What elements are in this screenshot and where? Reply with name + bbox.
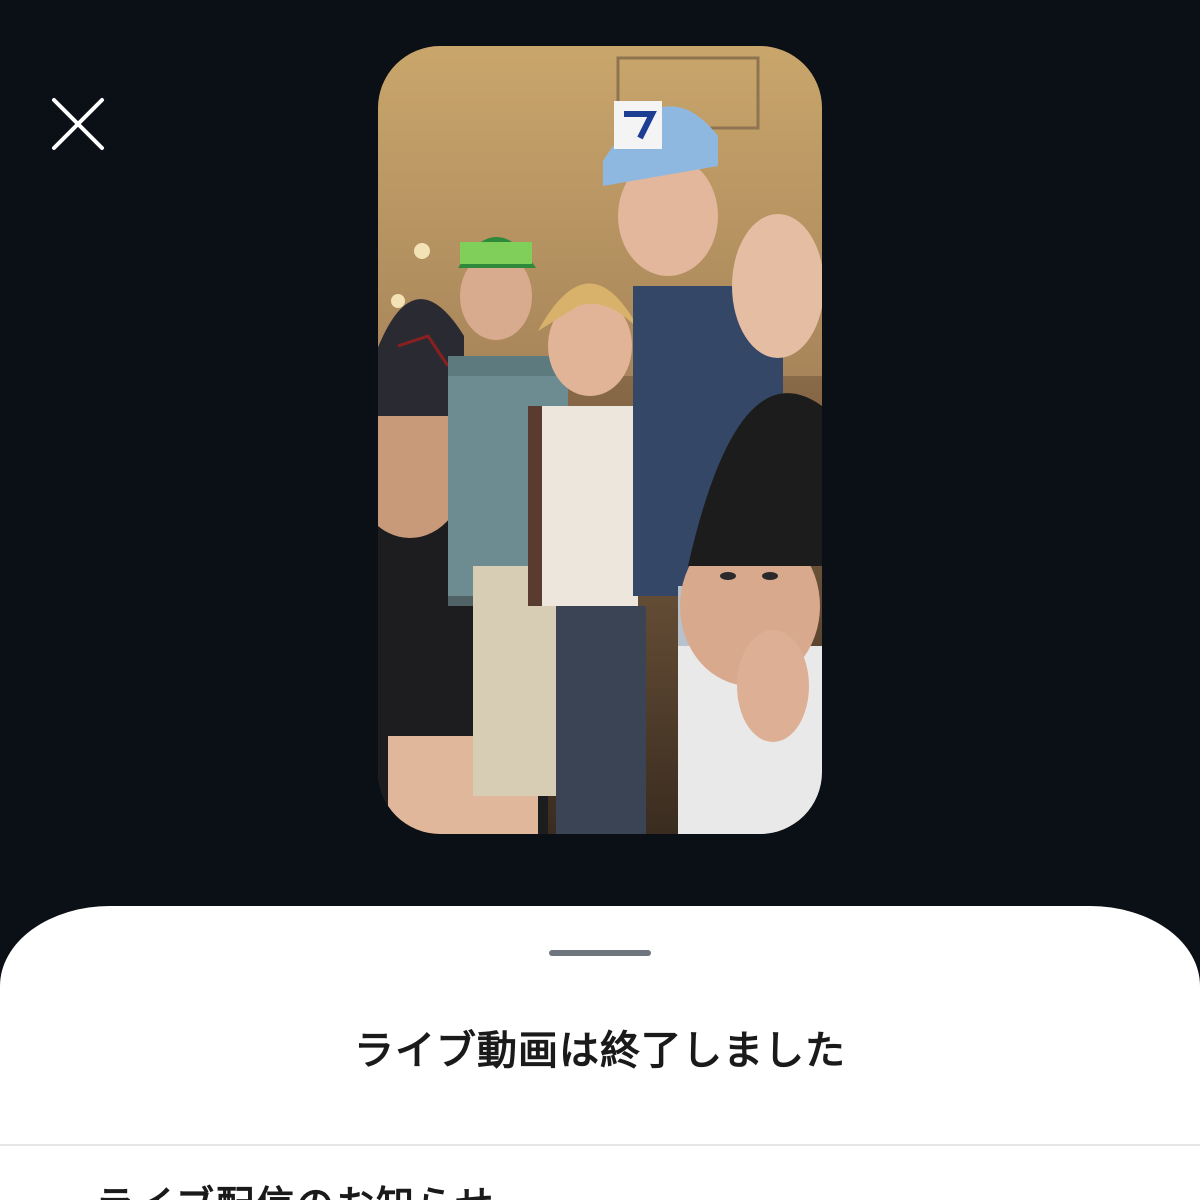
- close-icon: [52, 98, 104, 150]
- video-thumbnail-image: [378, 46, 822, 834]
- divider: [0, 1144, 1200, 1146]
- live-notice-item[interactable]: ライブ配信のお知らせ: [96, 1174, 495, 1200]
- live-ended-screen: ライブ動画は終了しました ライブ配信のお知らせ: [0, 0, 1200, 1200]
- close-button[interactable]: [44, 90, 112, 158]
- live-video-preview[interactable]: [378, 46, 822, 834]
- live-ended-title: ライブ動画は終了しました: [354, 1028, 846, 1074]
- bottom-sheet: ライブ動画は終了しました ライブ配信のお知らせ: [0, 906, 1200, 1200]
- sheet-drag-handle[interactable]: [549, 950, 651, 956]
